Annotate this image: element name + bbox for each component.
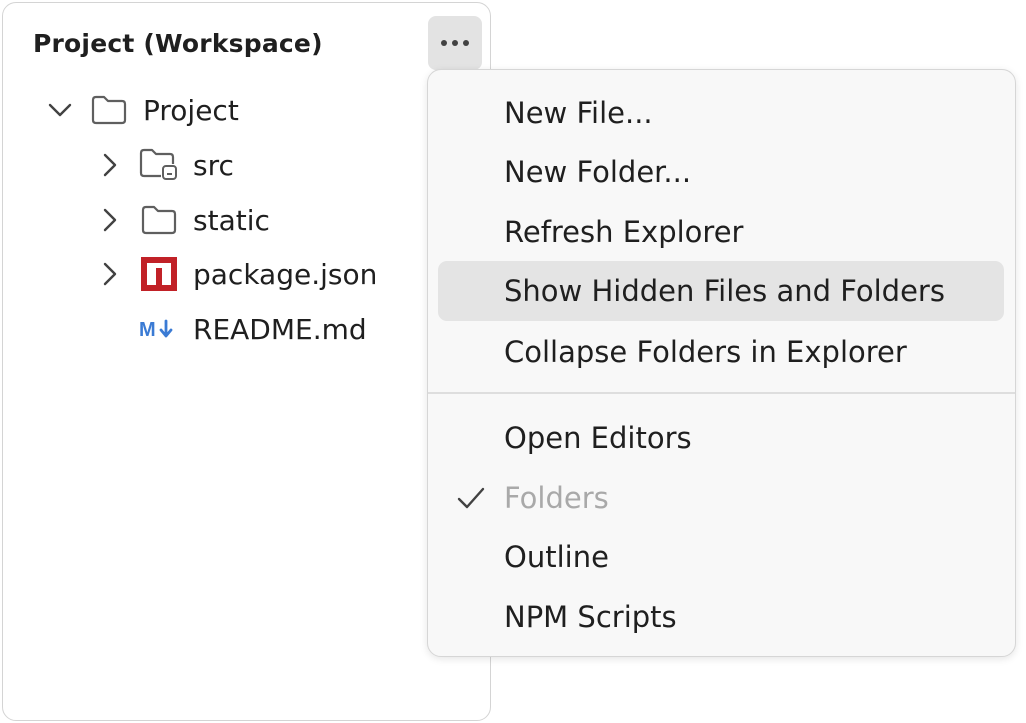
menu-item-show-hidden-files[interactable]: Show Hidden Files and Folders <box>438 261 1004 321</box>
tree-item-label: README.md <box>193 312 367 346</box>
explorer-panel: Project (Workspace) Project src static p… <box>2 2 491 721</box>
chevron-right-icon[interactable] <box>97 207 123 233</box>
context-menu: New File... New Folder... Refresh Explor… <box>427 69 1016 657</box>
tree-item-label: Project <box>143 93 239 127</box>
svg-text:M: M <box>139 319 156 341</box>
menu-item-collapse-folders[interactable]: Collapse Folders in Explorer <box>438 322 1004 382</box>
tree-item-label: static <box>193 203 270 237</box>
tree-item-readme[interactable]: M README.md <box>139 304 367 354</box>
chevron-right-icon[interactable] <box>97 261 123 287</box>
menu-item-new-file[interactable]: New File... <box>438 83 1004 143</box>
chevron-right-icon[interactable] <box>97 152 123 178</box>
tree-item-static[interactable]: static <box>97 195 270 245</box>
menu-item-outline[interactable]: Outline <box>438 527 1004 587</box>
checkmark-icon <box>457 487 485 509</box>
folder-source-icon <box>139 147 179 183</box>
more-actions-button[interactable] <box>428 16 482 70</box>
folder-icon <box>139 202 179 238</box>
tree-item-project[interactable]: Project <box>47 85 239 135</box>
chevron-down-icon[interactable] <box>47 97 73 123</box>
menu-item-refresh-explorer[interactable]: Refresh Explorer <box>438 202 1004 262</box>
npm-icon <box>139 256 179 292</box>
tree-item-package-json[interactable]: package.json <box>97 249 377 299</box>
menu-item-npm-scripts[interactable]: NPM Scripts <box>438 587 1004 647</box>
panel-title: Project (Workspace) <box>33 29 323 58</box>
menu-item-folders[interactable]: Folders <box>438 468 1004 528</box>
menu-item-open-editors[interactable]: Open Editors <box>438 408 1004 468</box>
markdown-icon: M <box>139 311 179 347</box>
tree-item-label: package.json <box>193 257 378 291</box>
tree-item-label: src <box>193 148 234 182</box>
ellipsis-icon <box>441 40 469 46</box>
tree-item-src[interactable]: src <box>97 140 234 190</box>
folder-icon <box>89 92 129 128</box>
menu-separator <box>428 392 1015 394</box>
menu-item-new-folder[interactable]: New Folder... <box>438 142 1004 202</box>
